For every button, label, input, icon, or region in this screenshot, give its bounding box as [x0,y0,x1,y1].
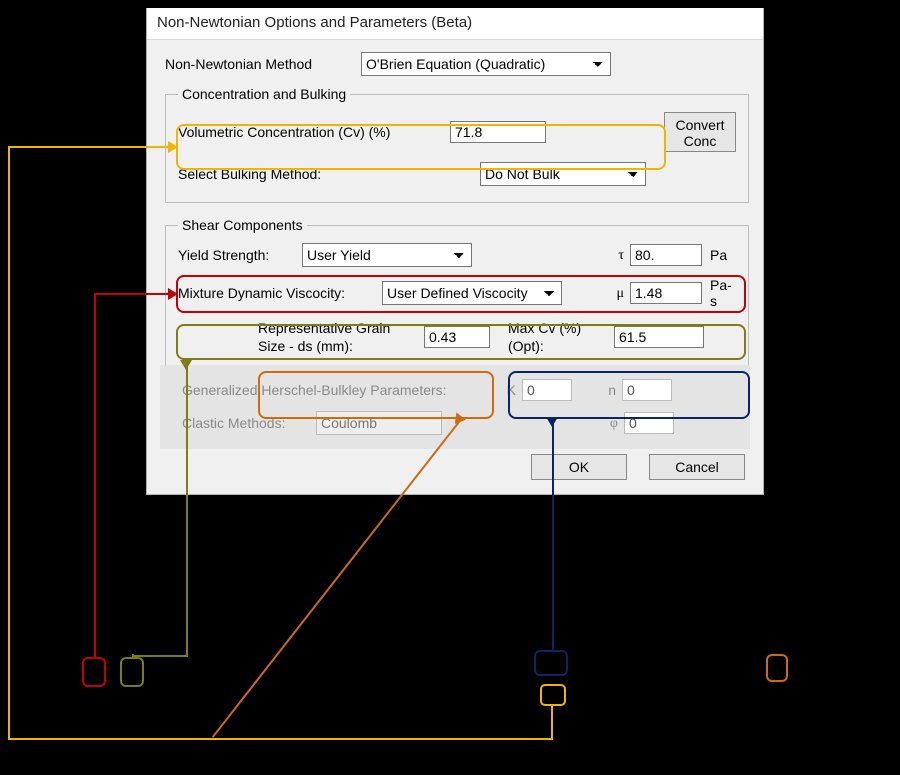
mu-input[interactable] [630,282,702,304]
bulking-row: Select Bulking Method: Do Not Bulk [178,162,736,186]
yield-label: Yield Strength: [178,247,286,263]
cancel-button[interactable]: Cancel [649,454,745,480]
ghb-label: Generalized Herschel-Bulkley Parameters: [182,382,482,398]
method-select[interactable]: O'Brien Equation (Quadratic) [361,52,611,76]
ds-label: Representative Grain Size - ds (mm): [258,319,408,355]
annotation-line [94,293,96,657]
annotation-line [552,419,554,650]
ok-button[interactable]: OK [531,454,627,480]
annotation-line [8,738,553,740]
annotation-line [186,360,188,657]
shear-fieldset: Shear Components Yield Strength: User Yi… [165,217,749,440]
bulking-select[interactable]: Do Not Bulk [480,162,646,186]
visc-row: Mixture Dynamic Viscocity: User Defined … [178,277,736,309]
yield-row: Yield Strength: User Yield τ Pa [178,243,736,267]
annotation-arrowhead [168,141,178,153]
shear-legend: Shear Components [178,217,307,233]
bulking-label: Select Bulking Method: [178,166,464,182]
cv-row: Volumetric Concentration (Cv) (%) Conver… [178,112,736,152]
visc-select[interactable]: User Defined Viscocity [382,281,562,305]
tau-symbol: τ [606,246,624,264]
cv-label: Volumetric Concentration (Cv) (%) [178,124,434,140]
annotation-marker-olive [120,657,144,687]
visc-label: Mixture Dynamic Viscocity: [178,285,366,301]
maxcv-label: Max Cv (%) (Opt): [508,319,598,355]
phi-symbol: φ [600,414,618,432]
clastic-select: Coulomb [316,411,442,435]
ghb-row: Generalized Herschel-Bulkley Parameters:… [182,379,736,401]
concentration-fieldset: Concentration and Bulking Volumetric Con… [165,86,749,203]
annotation-arrowhead [546,417,558,427]
concentration-legend: Concentration and Bulking [178,86,350,102]
annotation-marker-orange [766,654,788,682]
phi-input [624,412,674,434]
method-row: Non-Newtonian Method O'Brien Equation (Q… [165,52,749,76]
k-symbol: K [498,382,516,398]
clastic-label: Clastic Methods: [182,415,300,431]
annotation-line [8,146,176,148]
disabled-section: Generalized Herschel-Bulkley Parameters:… [160,365,750,449]
annotation-line [551,706,553,740]
yield-select[interactable]: User Yield [302,243,472,267]
annotation-line [132,655,188,657]
annotation-line [8,146,10,740]
annotation-line [94,293,176,295]
n-input [622,379,672,401]
tau-unit: Pa [702,247,736,263]
annotation-marker-red [82,657,106,687]
ds-max-row: Representative Grain Size - ds (mm): Max… [258,319,736,355]
dialog-title: Non-Newtonian Options and Parameters (Be… [147,8,763,40]
mu-unit: Pa-s [702,277,736,309]
annotation-marker-yellow [540,684,566,706]
tau-input[interactable] [630,244,702,266]
annotation-marker-navy [534,650,568,676]
annotation-arrowhead [180,360,192,370]
ds-input[interactable] [424,326,490,348]
mu-symbol: μ [606,284,624,302]
method-label: Non-Newtonian Method [165,56,345,72]
convert-conc-button[interactable]: Convert Conc [664,112,736,152]
n-symbol: n [598,382,616,398]
cv-input[interactable] [450,121,546,143]
k-input [522,379,572,401]
footer-buttons: OK Cancel [165,454,745,480]
maxcv-input[interactable] [614,326,704,348]
annotation-arrowhead [168,288,178,300]
